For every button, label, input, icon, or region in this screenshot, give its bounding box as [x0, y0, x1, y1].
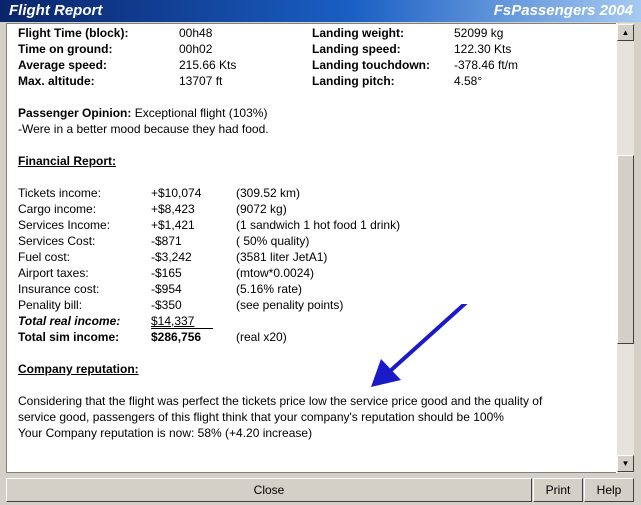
finance-label-services-income: Services Income: — [18, 218, 111, 232]
finance-detail-tickets: (309.52 km) — [236, 186, 301, 200]
button-bar: Close Print Help — [0, 475, 641, 505]
finance-amount-fuel: -$3,242 — [151, 250, 192, 264]
total-real-income-label: Total real income: — [18, 314, 121, 328]
stat-label-landing-speed: Landing speed: — [312, 42, 401, 56]
title-bar: Flight Report FsPassengers 2004 — [0, 0, 641, 22]
passenger-opinion-label: Passenger Opinion: — [18, 106, 132, 120]
total-sim-income-amount: $286,756 — [151, 330, 202, 344]
finance-amount-cargo: +$8,423 — [151, 202, 195, 216]
finance-detail-penality: (see penality points) — [236, 298, 344, 312]
finance-amount-airport-taxes: -$165 — [151, 266, 182, 280]
stat-label-average-speed: Average speed: — [18, 58, 107, 72]
stat-label-landing-pitch: Landing pitch: — [312, 74, 395, 88]
stat-value-landing-pitch: 4.58° — [454, 74, 483, 88]
stat-value-max-altitude: 13707 ft — [179, 74, 223, 88]
stat-label-flight-time: Flight Time (block): — [18, 26, 129, 40]
finance-amount-penality: -$350 — [151, 298, 182, 312]
finance-amount-services-income: +$1,421 — [151, 218, 195, 232]
finance-label-insurance: Insurance cost: — [18, 282, 100, 296]
finance-label-tickets: Tickets income: — [18, 186, 101, 200]
scroll-thumb[interactable] — [617, 155, 634, 344]
finance-label-fuel: Fuel cost: — [18, 250, 71, 264]
close-button[interactable]: Close — [6, 478, 532, 502]
finance-label-cargo: Cargo income: — [18, 202, 97, 216]
stat-value-landing-speed: 122.30 Kts — [454, 42, 512, 56]
company-reputation-heading: Company reputation: — [18, 362, 139, 376]
passenger-opinion-value: Exceptional flight (103%) — [134, 106, 268, 120]
help-button[interactable]: Help — [584, 478, 634, 502]
finance-label-penality: Penality bill: — [18, 298, 83, 312]
passenger-opinion: Passenger Opinion: Exceptional flight (1… — [18, 105, 267, 121]
finance-detail-insurance: (5.16% rate) — [236, 282, 303, 296]
annotation-arrow-icon — [371, 304, 468, 387]
finance-amount-tickets: +$10,074 — [151, 186, 202, 200]
stat-label-landing-weight: Landing weight: — [312, 26, 404, 40]
stat-value-flight-time: 00h48 — [179, 26, 213, 40]
stat-value-average-speed: 215.66 Kts — [179, 58, 237, 72]
stat-label-max-altitude: Max. altitude: — [18, 74, 95, 88]
finance-detail-fuel: (3581 liter JetA1) — [236, 250, 328, 264]
stat-value-landing-touchdown: -378.46 ft/m — [454, 58, 519, 72]
reputation-text-line3: Your Company reputation is now: 58% (+4.… — [18, 426, 313, 440]
finance-amount-services-cost: -$871 — [151, 234, 182, 248]
vertical-scrollbar[interactable]: ▲ ▼ — [616, 23, 634, 473]
passenger-opinion-note: -Were in a better mood because they had … — [18, 122, 269, 136]
finance-label-airport-taxes: Airport taxes: — [18, 266, 89, 280]
stat-label-landing-touchdown: Landing touchdown: — [312, 58, 430, 72]
finance-detail-cargo: (9072 kg) — [236, 202, 287, 216]
stat-value-time-on-ground: 00h02 — [179, 42, 213, 56]
finance-detail-airport-taxes: (mtow*0.0024) — [236, 266, 315, 280]
print-button[interactable]: Print — [533, 478, 583, 502]
total-sim-income-label: Total sim income: — [18, 330, 120, 344]
total-sim-income-detail: (real x20) — [236, 330, 287, 344]
report-content: Flight Time (block): 00h48 Time on groun… — [6, 23, 617, 473]
window-title: Flight Report — [9, 2, 103, 19]
stat-value-landing-weight: 52099 kg — [454, 26, 504, 40]
scroll-up-icon[interactable]: ▲ — [617, 24, 634, 41]
stat-label-time-on-ground: Time on ground: — [18, 42, 113, 56]
finance-amount-insurance: -$954 — [151, 282, 182, 296]
finance-detail-services-income: (1 sandwich 1 hot food 1 drink) — [236, 218, 401, 232]
scroll-down-icon[interactable]: ▼ — [617, 455, 634, 472]
total-real-income-amount: $14,337 — [151, 314, 195, 328]
financial-report-heading: Financial Report: — [18, 154, 117, 168]
brand-label: FsPassengers 2004 — [493, 2, 633, 19]
finance-label-services-cost: Services Cost: — [18, 234, 96, 248]
finance-detail-services-cost: ( 50% quality) — [236, 234, 310, 248]
